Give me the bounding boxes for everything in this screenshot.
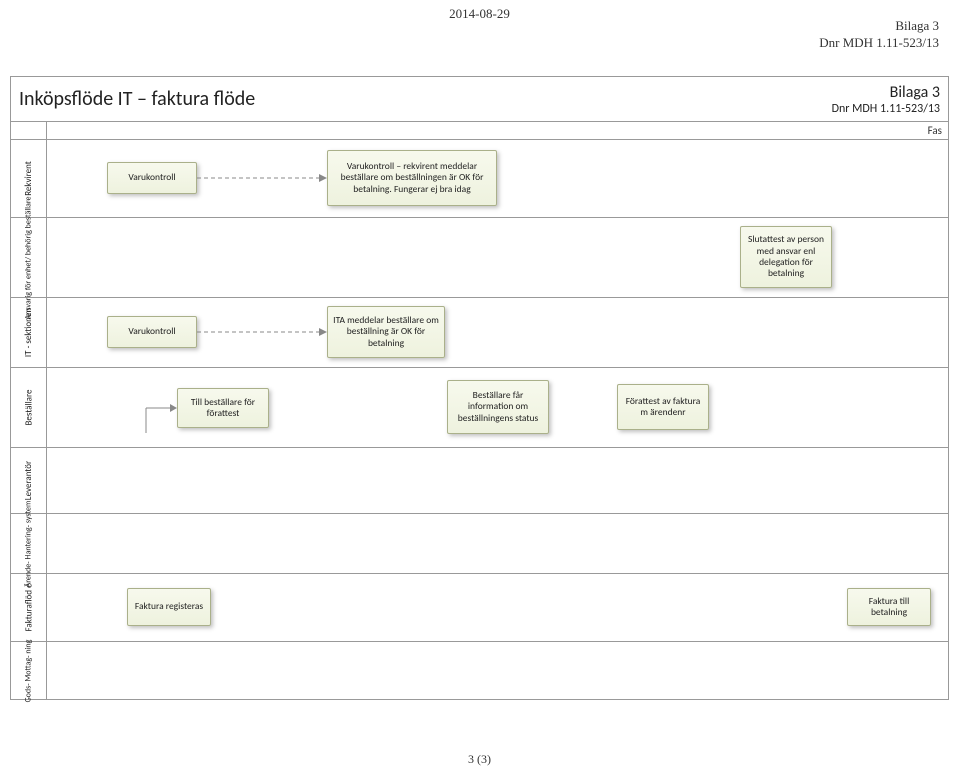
title-bar: Inköpsflöde IT – faktura flöde Bilaga 3 … — [10, 76, 949, 122]
lane-body-rekvirent: Varukontroll Varukontroll – rekvirent me… — [47, 140, 948, 217]
diagram-title: Inköpsflöde IT – faktura flöde — [19, 87, 255, 111]
lane-bestallare: Beställare Till beställare för förattest… — [10, 368, 949, 448]
arrow-varukontroll-to-msg — [197, 177, 327, 179]
lane-gods: Gods- Mottag- ning — [10, 642, 949, 700]
lane-label-arende: Ärende- Hantering- system — [11, 514, 47, 573]
box-slutattest: Slutattest av person med ansvar enl dele… — [740, 226, 832, 288]
lane-label-fakturaflode: Fakturaflöd e — [11, 574, 47, 641]
arrow-into-till-bestallare — [142, 378, 182, 438]
header-right-line2: Dnr MDH 1.11-523/13 — [819, 35, 939, 52]
lane-body-leverantor — [47, 448, 948, 513]
arrow-varukontroll2-to-ita — [197, 331, 327, 333]
lane-body-ansvarig: Slutattest av person med ansvar enl dele… — [47, 218, 948, 297]
lane-it: IT - sektionen Varukontroll ITA meddelar… — [10, 298, 949, 368]
title-right-bottom: Dnr MDH 1.11-523/13 — [832, 102, 940, 116]
subheader-label-col — [11, 122, 47, 140]
subheader-fas: Fas — [47, 122, 949, 140]
header-date: 2014-08-29 — [449, 6, 510, 22]
lane-arende: Ärende- Hantering- system — [10, 514, 949, 574]
lane-fakturaflode: Fakturaflöd e Faktura registeras Faktura… — [10, 574, 949, 642]
lane-rekvirent: Rekvirent Varukontroll Varukontroll – re… — [10, 140, 949, 218]
box-bestallare-info: Beställare får information om beställnin… — [447, 380, 549, 434]
box-till-bestallare: Till beställare för förattest — [177, 388, 269, 428]
lane-body-fakturaflode: Faktura registeras Faktura till betalnin… — [47, 574, 948, 641]
subheader-row: Fas — [10, 122, 949, 140]
lane-body-arende — [47, 514, 948, 573]
lane-label-ansvarig: Ansvarig för enhet/ behörig beställare — [11, 218, 47, 297]
lane-body-it: Varukontroll ITA meddelar beställare om … — [47, 298, 948, 367]
box-ita-meddelar: ITA meddelar beställare om beställning ä… — [327, 306, 445, 358]
lane-label-it: IT - sektionen — [11, 298, 47, 367]
box-varukontroll-msg: Varukontroll – rekvirent meddelar bestäl… — [327, 150, 497, 206]
header-right-line1: Bilaga 3 — [819, 18, 939, 35]
box-forattest: Förattest av faktura m ärendenr — [617, 384, 709, 430]
lane-label-bestallare: Beställare — [11, 368, 47, 447]
lane-body-bestallare: Till beställare för förattest Beställare… — [47, 368, 948, 447]
box-varukontroll-1: Varukontroll — [107, 162, 197, 194]
lane-leverantor: Leverantör — [10, 448, 949, 514]
box-faktura-reg: Faktura registeras — [127, 588, 211, 626]
lane-body-gods — [47, 642, 948, 699]
box-varukontroll-2: Varukontroll — [107, 316, 197, 348]
page-number: 3 (3) — [468, 752, 491, 767]
lane-ansvarig: Ansvarig för enhet/ behörig beställare S… — [10, 218, 949, 298]
diagram-title-right: Bilaga 3 Dnr MDH 1.11-523/13 — [832, 83, 940, 116]
header-right: Bilaga 3 Dnr MDH 1.11-523/13 — [819, 18, 939, 52]
title-right-top: Bilaga 3 — [832, 83, 940, 102]
lane-label-gods: Gods- Mottag- ning — [11, 642, 47, 699]
box-faktura-till: Faktura till betalning — [847, 588, 931, 626]
